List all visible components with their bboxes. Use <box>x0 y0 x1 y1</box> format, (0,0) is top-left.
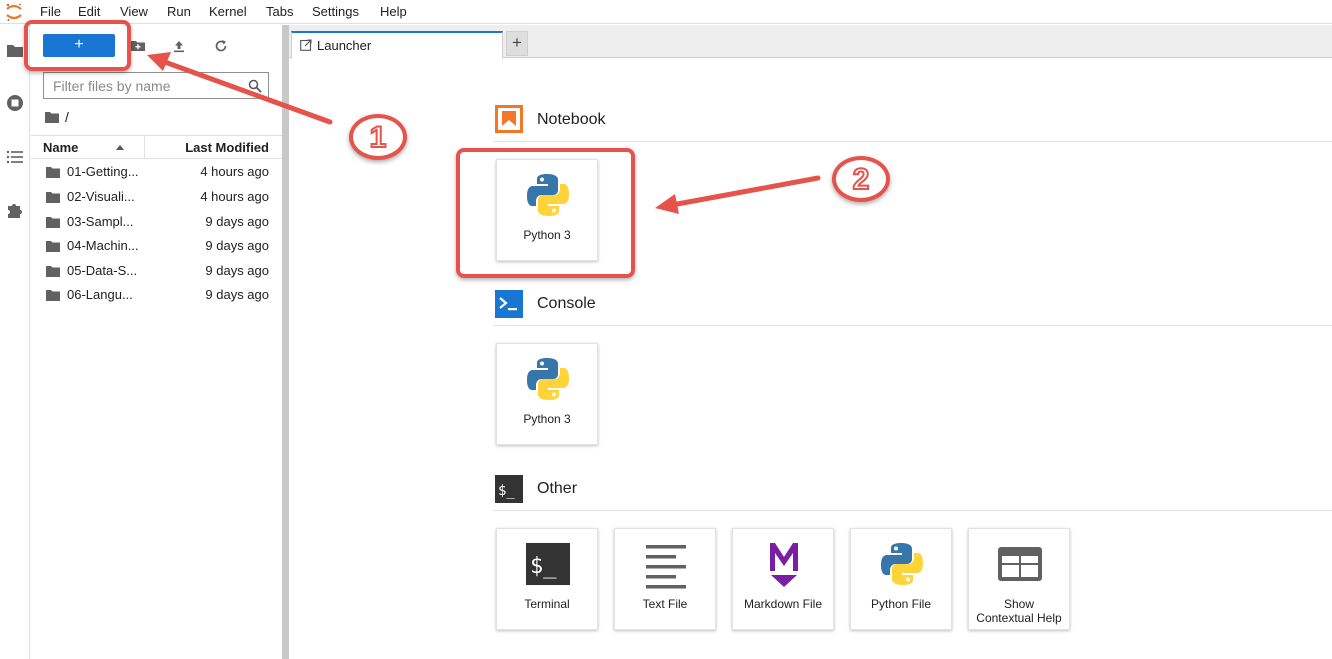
file-row[interactable]: 06-Langu... 9 days ago <box>31 283 282 307</box>
refresh-icon[interactable] <box>213 38 229 54</box>
tab-label: Launcher <box>317 38 372 53</box>
annotation-step-1: 1 <box>349 114 407 160</box>
card-label: Text File <box>642 597 688 611</box>
other-section-title: Other <box>537 480 578 497</box>
file-row[interactable]: 02-Visuali... 4 hours ago <box>31 185 282 209</box>
activity-bar <box>0 25 30 659</box>
console-section-icon <box>495 290 523 318</box>
text-file-card[interactable]: Text File <box>614 528 716 630</box>
file-name: 03-Sampl... <box>67 214 134 229</box>
annotation-box-new-button <box>24 20 131 71</box>
folder-icon <box>46 241 60 252</box>
section-divider <box>494 325 1332 326</box>
contextual-help-icon <box>998 547 1042 581</box>
folder-icon[interactable] <box>5 41 25 61</box>
breadcrumb-root[interactable]: / <box>65 109 69 125</box>
python-icon <box>527 358 569 400</box>
folder-icon <box>46 167 60 178</box>
contextual-help-card[interactable]: Show Contextual Help <box>968 528 1070 630</box>
python-icon <box>881 543 923 585</box>
new-folder-icon[interactable] <box>130 38 146 54</box>
folder-icon <box>46 266 60 277</box>
list-icon[interactable] <box>5 147 25 167</box>
file-row[interactable]: 03-Sampl... 9 days ago <box>31 210 282 234</box>
column-last-modified[interactable]: Last Modified <box>185 140 269 155</box>
file-row[interactable]: 04-Machin... 9 days ago <box>31 234 282 258</box>
text-file-icon <box>646 545 686 589</box>
menu-file[interactable]: File <box>40 4 61 19</box>
stop-circle-icon[interactable] <box>5 93 25 113</box>
menu-settings[interactable]: Settings <box>312 4 359 19</box>
card-label: Python 3 <box>523 412 571 426</box>
card-label: Markdown File <box>743 597 823 611</box>
file-modified: 9 days ago <box>205 238 269 253</box>
tab-bar: Launcher + <box>289 25 1332 59</box>
file-modified: 9 days ago <box>205 263 269 278</box>
annotation-box-python3 <box>456 148 635 278</box>
upload-icon[interactable] <box>171 38 187 54</box>
section-divider <box>494 141 1332 142</box>
jupyter-logo-icon <box>6 3 22 21</box>
section-divider <box>494 510 1332 511</box>
console-python3-card[interactable]: Python 3 <box>496 343 598 445</box>
file-row[interactable]: 01-Getting... 4 hours ago <box>31 160 282 184</box>
breadcrumb-folder-icon[interactable] <box>45 111 59 123</box>
console-section-title: Console <box>537 295 596 312</box>
panel-splitter[interactable] <box>282 25 289 659</box>
folder-icon <box>46 192 60 203</box>
file-modified: 9 days ago <box>205 287 269 302</box>
annotation-step-2: 2 <box>832 156 890 202</box>
search-icon <box>248 79 262 93</box>
markdown-file-card[interactable]: Markdown File <box>732 528 834 630</box>
terminal-icon: $_ <box>526 543 570 585</box>
menu-run[interactable]: Run <box>167 4 191 19</box>
file-name: 02-Visuali... <box>67 189 135 204</box>
file-name: 04-Machin... <box>67 238 139 253</box>
notebook-section-title: Notebook <box>537 111 606 128</box>
menu-edit[interactable]: Edit <box>78 4 100 19</box>
file-filter <box>43 72 269 99</box>
menu-tabs[interactable]: Tabs <box>266 4 293 19</box>
file-name: 01-Getting... <box>67 164 139 179</box>
folder-icon <box>46 217 60 228</box>
svg-text:$_: $_ <box>530 554 557 579</box>
folder-icon <box>46 290 60 301</box>
file-modified: 4 hours ago <box>200 164 269 179</box>
file-modified: 9 days ago <box>205 214 269 229</box>
svg-text:$_: $_ <box>498 483 515 499</box>
column-divider[interactable] <box>144 136 145 158</box>
markdown-icon <box>770 543 798 587</box>
card-label: Show Contextual Help <box>976 597 1062 625</box>
file-name: 05-Data-S... <box>67 263 138 278</box>
menu-kernel[interactable]: Kernel <box>209 4 247 19</box>
column-name[interactable]: Name <box>43 140 78 155</box>
file-row[interactable]: 05-Data-S... 9 days ago <box>31 259 282 283</box>
card-label: Python File <box>870 597 932 611</box>
menu-view[interactable]: View <box>120 4 148 19</box>
card-label: Terminal <box>524 597 570 611</box>
terminal-card[interactable]: $_ Terminal <box>496 528 598 630</box>
puzzle-icon[interactable] <box>5 200 25 220</box>
add-tab-button[interactable]: + <box>506 31 528 56</box>
file-name: 06-Langu... <box>67 287 133 302</box>
file-modified: 4 hours ago <box>200 189 269 204</box>
menu-help[interactable]: Help <box>380 4 407 19</box>
other-section-icon: $_ <box>495 475 523 503</box>
sort-ascending-icon <box>116 145 124 150</box>
file-list-header: Name Last Modified <box>31 135 282 159</box>
menu-bar: File Edit View Run Kernel Tabs Settings … <box>0 0 1332 24</box>
tab-launcher[interactable]: Launcher <box>291 31 503 59</box>
notebook-section-icon <box>495 105 523 133</box>
filter-input[interactable] <box>44 73 244 98</box>
file-browser: + / Name Last Modified 01-Getting... 4 h… <box>31 25 282 659</box>
launcher-icon <box>300 39 312 51</box>
python-file-card[interactable]: Python File <box>850 528 952 630</box>
